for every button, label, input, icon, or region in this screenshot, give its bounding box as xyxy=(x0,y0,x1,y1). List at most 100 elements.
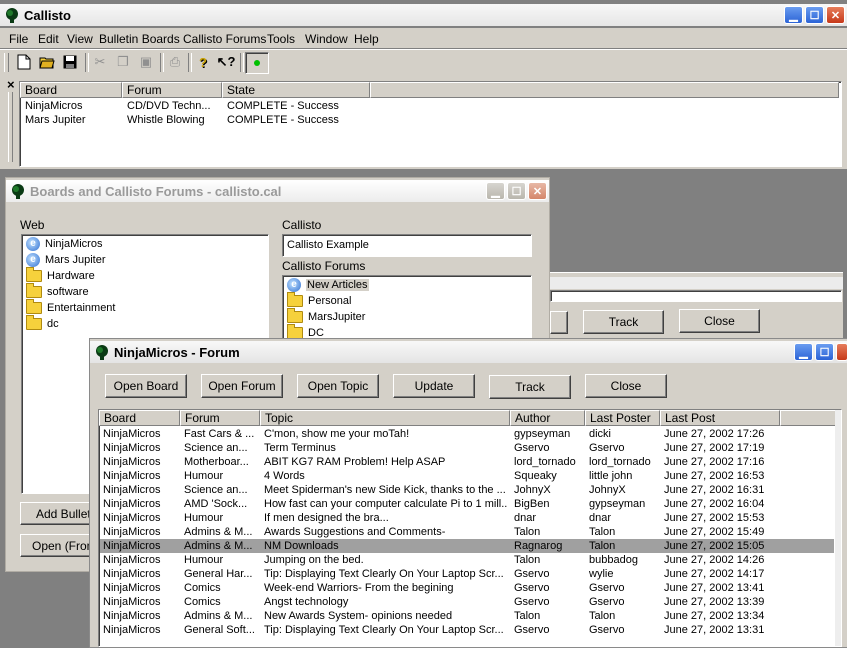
whats-this-button[interactable]: ↖? xyxy=(216,52,236,72)
copy-button[interactable]: ❐ xyxy=(113,52,133,72)
column-header-topic[interactable]: Topic xyxy=(260,410,510,426)
topic-row[interactable]: NinjaMicros Science an... Meet Spiderman's… xyxy=(100,483,834,497)
topic-forum: Comics xyxy=(184,596,221,608)
minimize-button[interactable]: ▁ xyxy=(784,6,803,24)
topic-row[interactable]: NinjaMicros Admins & M... NM Downloads Ragn… xyxy=(100,539,834,553)
topic-author: dnar xyxy=(514,512,537,524)
update-button[interactable]: Update xyxy=(393,374,475,398)
close-panel-button[interactable]: × xyxy=(7,77,15,92)
boards-title-bar[interactable]: Boards and Callisto Forums - callisto.ca… xyxy=(6,180,549,202)
topic-row[interactable]: NinjaMicros Admins & M... Awards Suggestio… xyxy=(100,525,834,539)
column-header-board[interactable]: Board xyxy=(20,82,122,98)
topic-row[interactable]: NinjaMicros Science an... Term Terminus Gse… xyxy=(100,441,834,455)
maximize-button[interactable]: ☐ xyxy=(507,182,526,200)
forum-title-bar[interactable]: NinjaMicros - Forum ▁ ☐ xyxy=(90,341,847,363)
toolbar-separator xyxy=(160,53,164,72)
jobs-list[interactable]: Board Forum State NinjaMicros CD/DVD Tec… xyxy=(19,81,842,167)
menu-bulletin-boards[interactable]: Bulletin Boards xyxy=(99,32,180,46)
web-item[interactable]: Hardware xyxy=(26,267,95,284)
web-item[interactable]: software xyxy=(26,283,89,300)
topic-author: Ragnarog xyxy=(514,540,563,552)
menu-help[interactable]: Help xyxy=(354,32,379,46)
close-button[interactable]: ✕ xyxy=(826,6,845,24)
topic-last-poster: dnar xyxy=(589,512,612,524)
paste-button[interactable]: ▣ xyxy=(136,52,156,72)
column-header-last-poster[interactable]: Last Poster xyxy=(585,410,660,426)
forum-tree-item[interactable]: e New Articles xyxy=(287,277,369,293)
topic-last-poster: bubbadog xyxy=(589,554,638,566)
topic-row[interactable]: NinjaMicros Humour 4 Words Squeaky little jo… xyxy=(100,469,834,483)
topic-row[interactable]: NinjaMicros Comics Angst technology Gservo G… xyxy=(100,595,834,609)
topic-forum: General Har... xyxy=(184,568,253,580)
maximize-icon: ☐ xyxy=(809,9,820,22)
maximize-button[interactable]: ☐ xyxy=(805,6,824,24)
topic-last-post: June 27, 2002 17:16 xyxy=(664,456,765,468)
topic-row[interactable]: NinjaMicros General Har... Tip: Displaying… xyxy=(100,567,834,581)
topic-row[interactable]: NinjaMicros Comics Week-end Warriors- From… xyxy=(100,581,834,595)
help-button[interactable]: ? xyxy=(193,52,213,72)
forum-tree-item[interactable]: MarsJupiter xyxy=(287,308,365,325)
track-button[interactable]: Track xyxy=(489,375,571,399)
menu-callisto-forums[interactable]: Callisto Forums xyxy=(183,32,266,46)
minimize-button[interactable]: ▁ xyxy=(486,182,505,200)
web-item[interactable]: e NinjaMicros xyxy=(26,236,102,252)
open-topic-button[interactable]: Open Topic xyxy=(297,374,379,398)
close-forum-button[interactable]: Close xyxy=(585,374,667,398)
vertical-scrollbar[interactable] xyxy=(835,410,841,646)
topic-board: NinjaMicros xyxy=(103,610,161,622)
open-forum-button[interactable]: Open Forum xyxy=(201,374,283,398)
topic-last-post: June 27, 2002 13:31 xyxy=(664,624,765,636)
topic-last-poster: gypseyman xyxy=(589,498,646,510)
save-button[interactable] xyxy=(60,52,80,72)
topic-row[interactable]: NinjaMicros Motherboar... ABIT KG7 RAM Pro… xyxy=(100,455,834,469)
column-header-forum[interactable]: Forum xyxy=(180,410,260,426)
menu-view[interactable]: View xyxy=(67,32,93,46)
column-header-board[interactable]: Board xyxy=(99,410,180,426)
track-button-background[interactable]: Track xyxy=(583,310,664,334)
minimize-button[interactable]: ▁ xyxy=(794,343,813,361)
save-icon xyxy=(63,55,77,69)
open-board-button[interactable]: Open Board xyxy=(105,374,187,398)
job-state: COMPLETE - Success xyxy=(227,100,339,112)
callisto-field[interactable]: Callisto Example xyxy=(282,234,532,257)
background-window-button-stub[interactable] xyxy=(550,311,568,334)
folder-icon xyxy=(26,267,42,283)
new-button[interactable] xyxy=(14,52,34,72)
forum-tree-item[interactable]: Personal xyxy=(287,292,351,309)
paste-icon: ▣ xyxy=(139,54,153,69)
close-button-background[interactable]: Close xyxy=(679,309,760,333)
close-button[interactable]: ✕ xyxy=(528,182,547,200)
open-button[interactable] xyxy=(37,52,57,72)
topic-row[interactable]: NinjaMicros Humour Jumping on the bed. Talo… xyxy=(100,553,834,567)
topic-board: NinjaMicros xyxy=(103,442,161,454)
menu-tools[interactable]: Tools xyxy=(267,32,295,46)
job-state: COMPLETE - Success xyxy=(227,114,339,126)
main-title-bar[interactable]: Callisto ▁ ☐ ✕ xyxy=(0,4,847,26)
column-header-author[interactable]: Author xyxy=(510,410,585,426)
topic-last-post: June 27, 2002 17:19 xyxy=(664,442,765,454)
close-button[interactable] xyxy=(836,343,847,361)
topic-row[interactable]: NinjaMicros Fast Cars & ... C'mon, show me… xyxy=(100,427,834,441)
topic-author: gypseyman xyxy=(514,428,571,440)
column-header-forum[interactable]: Forum xyxy=(122,82,222,98)
column-header-last-post[interactable]: Last Post xyxy=(660,410,780,426)
menu-file[interactable]: File xyxy=(9,32,28,46)
topic-row[interactable]: NinjaMicros AMD 'Sock... How fast can your… xyxy=(100,497,834,511)
topic-row[interactable]: NinjaMicros Admins & M... New Awards Syste… xyxy=(100,609,834,623)
menu-window[interactable]: Window xyxy=(305,32,348,46)
topics-list[interactable]: Board Forum Topic Author Last Poster Las… xyxy=(98,409,842,647)
menu-edit[interactable]: Edit xyxy=(38,32,59,46)
topic-last-post: June 27, 2002 13:41 xyxy=(664,582,765,594)
topic-row[interactable]: NinjaMicros General Soft... Tip: Displayin… xyxy=(100,623,834,637)
status-light-button[interactable] xyxy=(245,52,269,74)
web-item[interactable]: Entertainment xyxy=(26,299,115,316)
web-item[interactable]: e Mars Jupiter xyxy=(26,252,106,268)
cut-button[interactable]: ✂ xyxy=(90,52,110,72)
topic-title: Jumping on the bed. xyxy=(264,554,364,566)
maximize-button[interactable]: ☐ xyxy=(815,343,834,361)
topic-row[interactable]: NinjaMicros Humour If men designed the bra… xyxy=(100,511,834,525)
print-button[interactable]: ⎙ xyxy=(165,52,185,72)
topic-last-poster: Gservo xyxy=(589,582,625,594)
web-item[interactable]: dc xyxy=(26,315,59,332)
column-header-state[interactable]: State xyxy=(222,82,370,98)
